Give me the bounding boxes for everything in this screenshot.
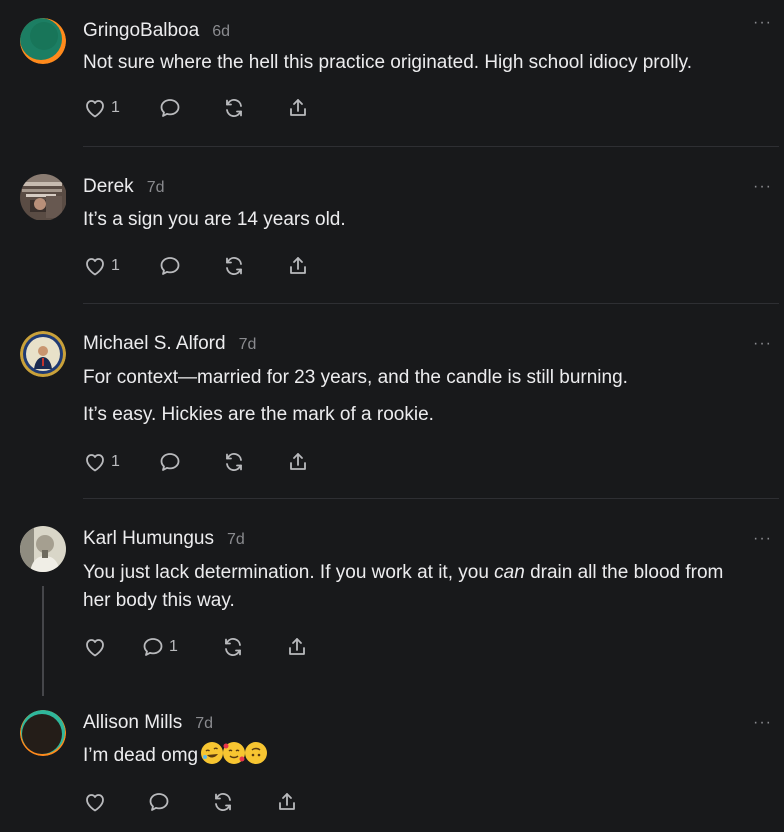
- comment-text-part: I’m dead omg: [83, 745, 199, 766]
- like-button[interactable]: [83, 790, 147, 814]
- restack-icon: [215, 793, 231, 811]
- like-count: 1: [111, 257, 120, 274]
- comment-text-part: You just lack determination. If you work…: [83, 562, 495, 583]
- like-button[interactable]: 1: [83, 96, 158, 120]
- avatar[interactable]: [20, 710, 66, 756]
- reply-button[interactable]: [158, 96, 222, 120]
- comment-text-emphasis: can: [494, 562, 525, 583]
- comment-text: It’s a sign you are 14 years old.: [83, 209, 346, 230]
- more-options-icon[interactable]: ···: [753, 179, 772, 195]
- more-options-icon[interactable]: ···: [753, 531, 772, 547]
- comment-body: Not sure where the hell this practice or…: [83, 49, 763, 86]
- timestamp[interactable]: 7d: [195, 715, 213, 733]
- restack-button[interactable]: [222, 254, 286, 278]
- share-button[interactable]: [275, 790, 315, 814]
- thread-line: [42, 586, 44, 696]
- like-count: 1: [111, 453, 120, 470]
- heart-icon: [86, 639, 104, 657]
- restack-icon: [226, 453, 242, 471]
- comment-body: I’m dead omg: [83, 742, 763, 779]
- timestamp[interactable]: 7d: [227, 531, 245, 549]
- comment-icon: [143, 638, 163, 656]
- avatar[interactable]: [20, 331, 66, 377]
- share-icon: [289, 638, 305, 655]
- restack-icon: [225, 638, 241, 656]
- share-icon: [290, 99, 306, 116]
- comment-body: You just lack determination. If you work…: [83, 559, 743, 624]
- share-icon: [290, 257, 306, 274]
- restack-button[interactable]: [222, 96, 286, 120]
- more-options-icon[interactable]: ···: [753, 336, 772, 352]
- restack-icon: [226, 99, 242, 117]
- comment-icon: [149, 793, 169, 811]
- share-button[interactable]: [286, 254, 326, 278]
- like-button[interactable]: [83, 635, 141, 659]
- heart-icon: [86, 794, 104, 812]
- author-name[interactable]: Karl Humungus: [83, 528, 214, 550]
- comment-icon: [160, 257, 180, 275]
- divider: [83, 303, 779, 304]
- divider: [83, 146, 779, 147]
- comment-feed: GringoBalboa 6d ··· Not sure where the h…: [0, 0, 784, 832]
- restack-button[interactable]: [211, 790, 275, 814]
- smiling-face-with-hearts-icon: [223, 742, 246, 764]
- share-icon: [279, 793, 295, 810]
- timestamp[interactable]: 7d: [147, 179, 165, 197]
- reply-button[interactable]: [158, 254, 222, 278]
- author-name[interactable]: GringoBalboa: [83, 20, 199, 42]
- share-button[interactable]: [286, 96, 326, 120]
- divider: [83, 498, 779, 499]
- upside-down-face-icon: [245, 742, 268, 764]
- restack-button[interactable]: [221, 635, 285, 659]
- avatar[interactable]: [20, 526, 66, 572]
- comment-text: Not sure where the hell this practice or…: [83, 52, 693, 73]
- comment-text: It’s easy. Hickies are the mark of a roo…: [83, 404, 434, 425]
- timestamp[interactable]: 6d: [212, 23, 230, 41]
- share-button[interactable]: [285, 635, 325, 659]
- comment-text: For context—married for 23 years, and th…: [83, 367, 628, 388]
- heart-icon: [86, 454, 104, 472]
- avatar[interactable]: [20, 174, 67, 221]
- emoji-group: [201, 742, 268, 764]
- author-name[interactable]: Allison Mills: [83, 712, 182, 734]
- comment-text: You just lack determination. If you work…: [83, 559, 743, 615]
- like-count: 1: [111, 99, 120, 116]
- comment-icon: [160, 99, 180, 117]
- more-options-icon[interactable]: ···: [753, 715, 772, 731]
- like-button[interactable]: 1: [83, 450, 158, 474]
- avatar[interactable]: [20, 18, 66, 64]
- share-button[interactable]: [286, 450, 326, 474]
- restack-button[interactable]: [222, 450, 286, 474]
- restack-icon: [226, 257, 242, 275]
- comment-text: I’m dead omg: [83, 742, 763, 770]
- timestamp[interactable]: 7d: [239, 336, 257, 354]
- author-name[interactable]: Derek: [83, 176, 134, 198]
- more-options-icon[interactable]: ···: [753, 15, 772, 31]
- like-button[interactable]: 1: [83, 254, 158, 278]
- heart-icon: [86, 100, 104, 118]
- reply-count: 1: [169, 638, 178, 655]
- comment-body: It’s a sign you are 14 years old.: [83, 206, 763, 243]
- reply-button[interactable]: [147, 790, 211, 814]
- comment-body: For context—married for 23 years, and th…: [83, 364, 763, 438]
- author-name[interactable]: Michael S. Alford: [83, 333, 226, 355]
- heart-icon: [86, 258, 104, 276]
- reply-button[interactable]: 1: [141, 635, 221, 659]
- share-icon: [290, 453, 306, 470]
- reply-button[interactable]: [158, 450, 222, 474]
- comment-icon: [160, 453, 180, 471]
- rolling-on-floor-laughing-icon: [201, 742, 224, 764]
